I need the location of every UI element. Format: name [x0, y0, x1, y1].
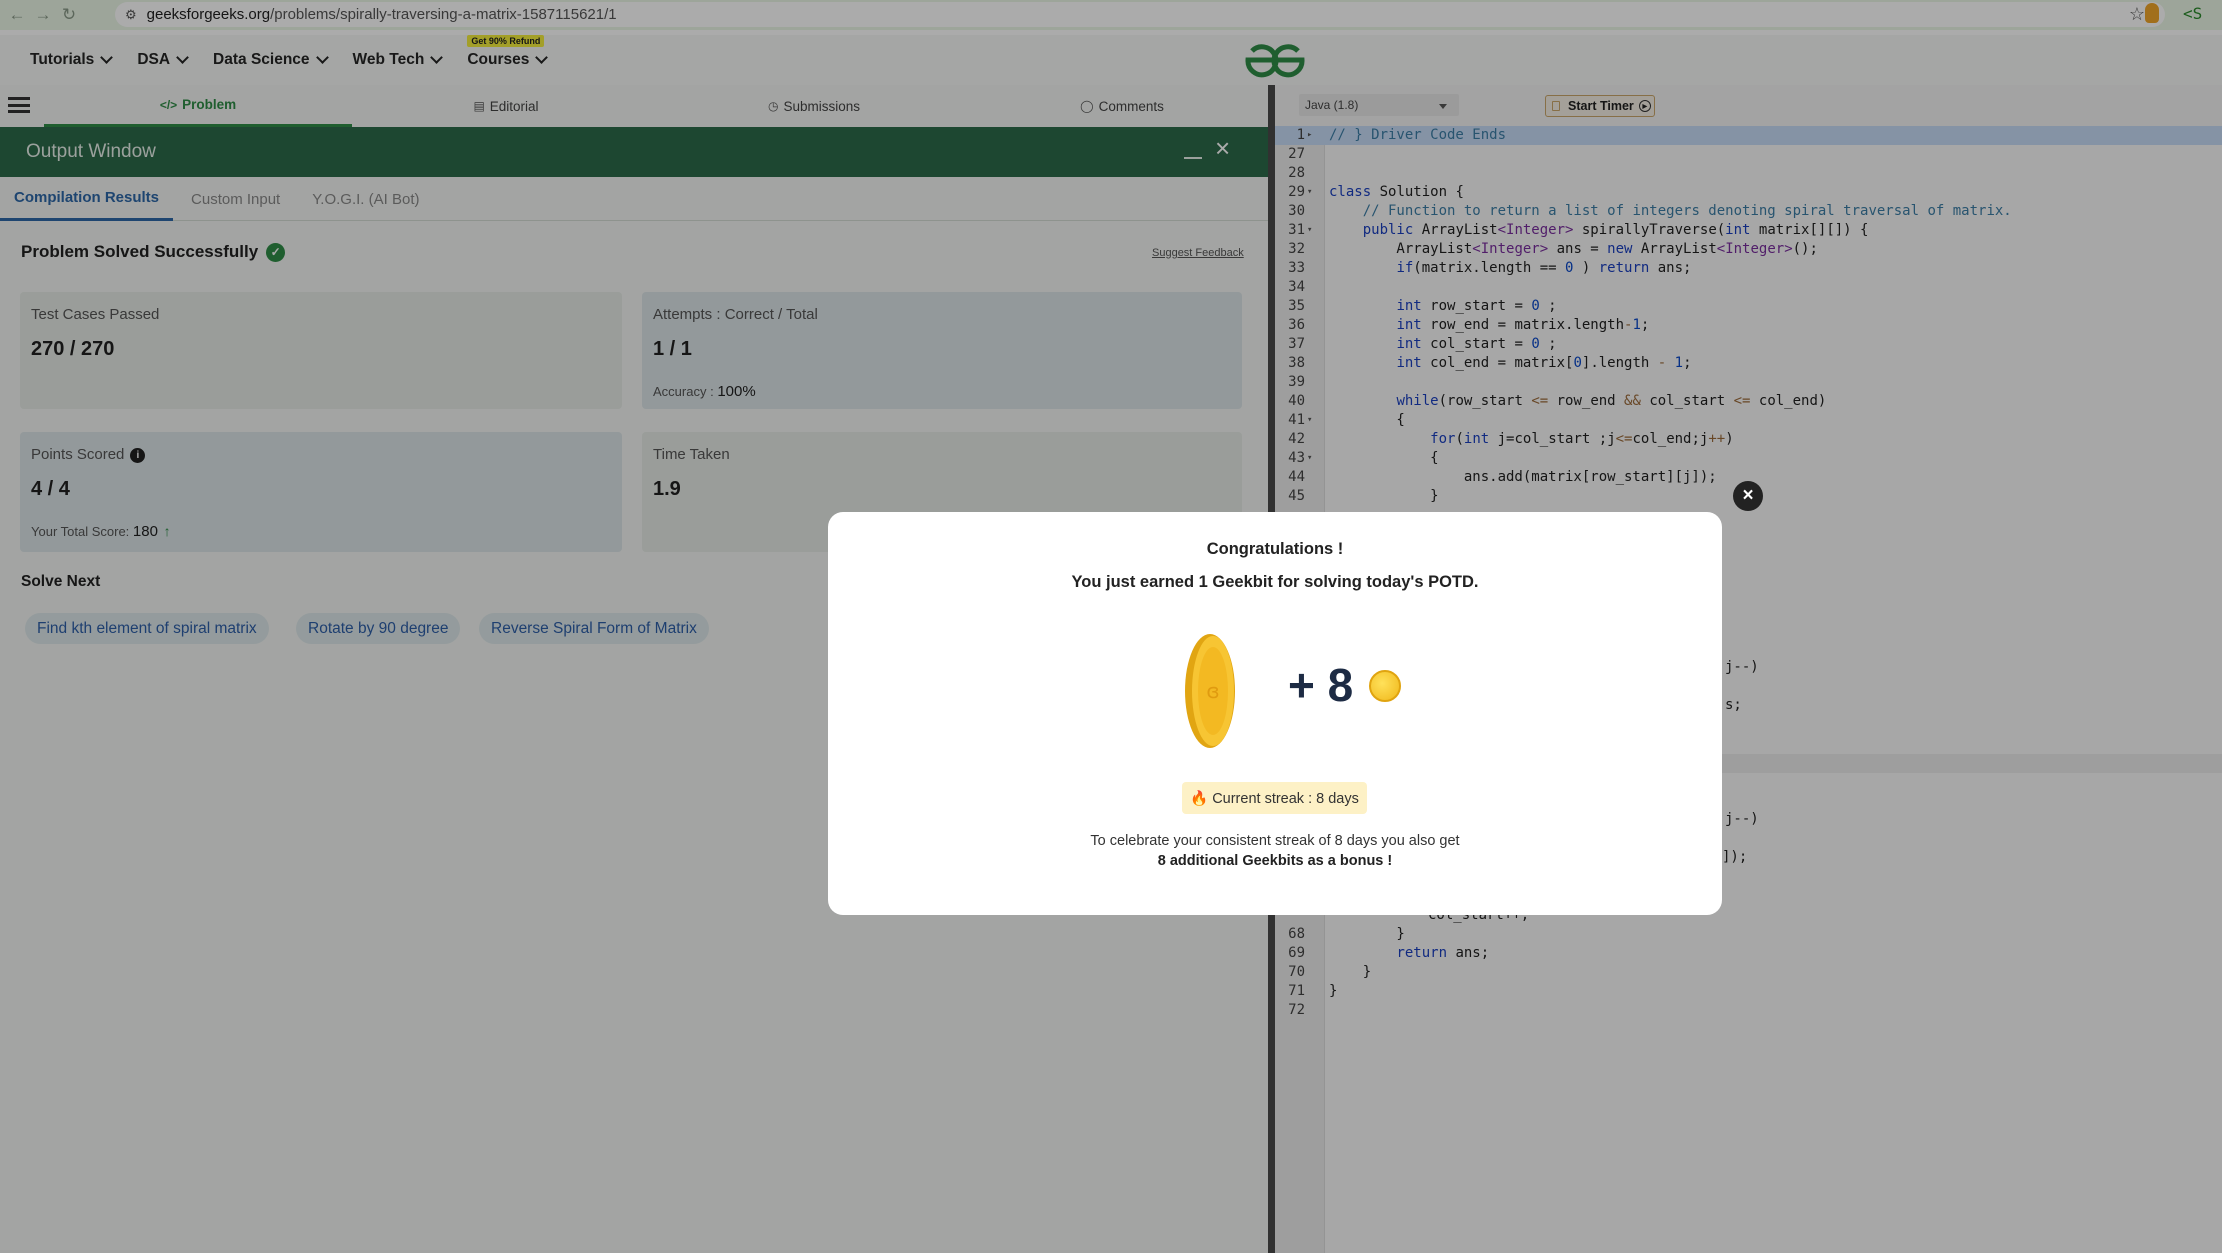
- modal-subtitle: You just earned 1 Geekbit for solving to…: [1071, 573, 1479, 591]
- streak-badge: 🔥 Current streak : 8 days: [1182, 782, 1367, 814]
- modal-close-icon[interactable]: ×: [1733, 481, 1763, 511]
- potd-congrats-modal: Congratulations ! You just earned 1 Geek…: [828, 512, 1722, 915]
- modal-bonus: 8 additional Geekbits as a bonus !: [1157, 853, 1393, 869]
- geekbits-earned: + 8: [1288, 659, 1354, 711]
- geekbit-small-icon: [1369, 670, 1401, 702]
- modal-body: To celebrate your consistent streak of 8…: [1090, 833, 1460, 849]
- modal-title: Congratulations !: [1206, 540, 1344, 558]
- geekbit-coin-icon: ɞ: [1185, 634, 1235, 748]
- svg-text:ɞ: ɞ: [1206, 679, 1219, 703]
